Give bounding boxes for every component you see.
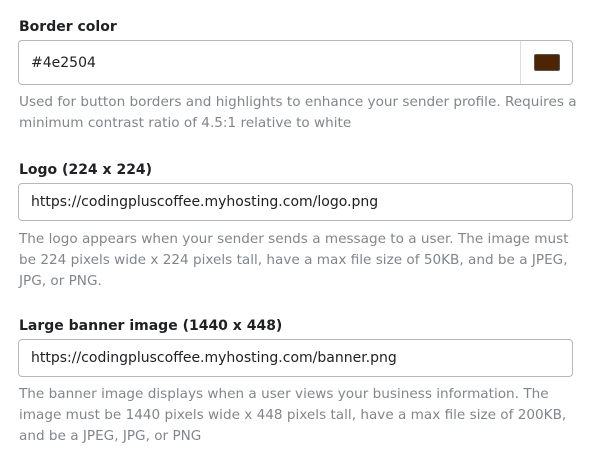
banner-url-input[interactable]: https://codingpluscoffee.myhosting.com/b… bbox=[19, 350, 572, 366]
banner-help: The banner image displays when a user vi… bbox=[19, 386, 567, 444]
color-swatch bbox=[533, 54, 560, 71]
border-color-field[interactable]: #4e2504 bbox=[18, 40, 573, 85]
logo-url-field[interactable]: https://codingpluscoffee.myhosting.com/l… bbox=[18, 183, 573, 221]
banner-label: Large banner image (1440 x 448) bbox=[19, 318, 283, 334]
color-picker-button[interactable] bbox=[520, 41, 572, 84]
logo-help: The logo appears when your sender sends … bbox=[19, 231, 569, 289]
border-color-input[interactable]: #4e2504 bbox=[19, 55, 520, 71]
border-color-help: Used for button borders and highlights t… bbox=[19, 94, 577, 131]
banner-url-field[interactable]: https://codingpluscoffee.myhosting.com/b… bbox=[18, 339, 573, 377]
logo-label: Logo (224 x 224) bbox=[19, 162, 153, 178]
logo-url-input[interactable]: https://codingpluscoffee.myhosting.com/l… bbox=[19, 194, 572, 210]
border-color-label: Border color bbox=[19, 19, 117, 35]
